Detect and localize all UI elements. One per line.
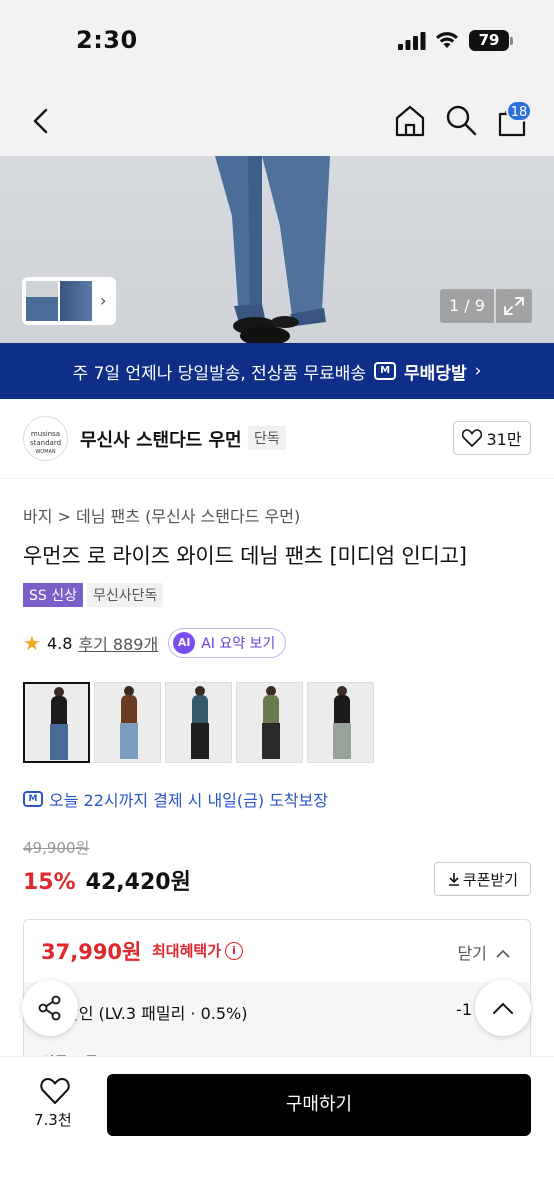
max-benefit-label: 최대혜택가 i bbox=[152, 940, 244, 961]
benefit-panel: 37,990원 최대혜택가 i 닫기 할인 (LV.3 패밀리 · 0.5%) … bbox=[23, 919, 531, 1079]
wifi-icon bbox=[436, 32, 458, 48]
info-icon[interactable]: i bbox=[225, 941, 244, 960]
delivery-text: 오늘 22시까지 결제 시 내일(금) 도착보장 bbox=[49, 791, 329, 810]
model-top bbox=[51, 696, 67, 726]
coupon-button[interactable]: 쿠폰받기 bbox=[434, 862, 531, 896]
share-icon bbox=[38, 995, 61, 1021]
brand-row: musinsa standard WOMAN 무신사 스탠다드 우먼 단독 31… bbox=[0, 399, 554, 479]
battery-tip bbox=[510, 37, 513, 45]
ai-icon: AI bbox=[173, 632, 196, 654]
model-pants bbox=[333, 723, 351, 759]
color-option-2[interactable] bbox=[94, 682, 161, 763]
product-image-carousel[interactable]: › 1 / 9 bbox=[0, 156, 554, 344]
status-bar: 2:30 79 bbox=[0, 0, 554, 86]
star-icon: ★ bbox=[23, 631, 41, 655]
thumbnail-1 bbox=[26, 281, 58, 321]
delivery-badge-icon: M bbox=[374, 362, 397, 380]
discount-rate: 15% bbox=[23, 870, 76, 895]
model-pants bbox=[191, 723, 209, 759]
home-icon[interactable] bbox=[392, 103, 428, 139]
exclusive-tag: 단독 bbox=[248, 426, 286, 450]
heart-icon bbox=[462, 429, 483, 447]
expand-icon bbox=[504, 297, 524, 315]
model-pants bbox=[50, 724, 68, 760]
wishlist-count: 7.3천 bbox=[34, 1111, 72, 1129]
review-link[interactable]: 후기 889개 bbox=[78, 631, 158, 655]
color-option-5[interactable] bbox=[307, 682, 374, 763]
download-icon bbox=[448, 873, 459, 886]
bottom-action-bar: 7.3천 구매하기 bbox=[0, 1056, 554, 1200]
model-pants bbox=[120, 723, 138, 759]
chevron-up-icon bbox=[493, 1002, 513, 1014]
collapse-benefit-button[interactable]: 닫기 bbox=[457, 940, 510, 964]
model-top bbox=[192, 695, 208, 725]
delivery-guarantee[interactable]: M 오늘 22시까지 결제 시 내일(금) 도착보장 bbox=[23, 787, 328, 811]
image-counter: 1 / 9 bbox=[440, 289, 494, 323]
brand-like-count: 31만 bbox=[486, 430, 522, 449]
level-discount-label: 할인 (LV.3 패밀리 · 0.5%) bbox=[64, 1004, 248, 1023]
model-top bbox=[263, 695, 279, 725]
ai-summary-label: AI 요약 보기 bbox=[201, 636, 276, 652]
max-benefit-price: 37,990원 bbox=[41, 940, 142, 964]
search-icon[interactable] bbox=[444, 103, 478, 137]
brand-name[interactable]: 무신사 스탠다드 우먼 bbox=[80, 426, 242, 452]
buy-button[interactable]: 구매하기 bbox=[107, 1074, 531, 1136]
banner-brand: 무배당발 bbox=[404, 363, 467, 384]
color-option-4[interactable] bbox=[236, 682, 303, 763]
chevron-up-icon bbox=[496, 949, 510, 958]
ai-summary-button[interactable]: AI AI 요약 보기 bbox=[168, 628, 287, 658]
coupon-label: 쿠폰받기 bbox=[462, 870, 519, 889]
banner-text: 주 7일 언제나 당일발송, 전상품 무료배송 bbox=[72, 363, 367, 384]
color-option-1[interactable] bbox=[23, 682, 90, 763]
signal-icon bbox=[398, 32, 426, 50]
top-nav: 18 bbox=[0, 86, 554, 156]
tag-exclusive: 무신사단독 bbox=[86, 583, 164, 607]
chevron-right-icon: › bbox=[100, 291, 107, 310]
expand-button[interactable] bbox=[496, 289, 532, 323]
color-option-3[interactable] bbox=[165, 682, 232, 763]
level-discount-value: -1 bbox=[456, 1000, 472, 1019]
sale-price: 42,420원 bbox=[85, 870, 191, 895]
chevron-right-icon: › bbox=[474, 361, 482, 381]
model-top bbox=[334, 695, 350, 725]
brand-logo[interactable]: musinsa standard WOMAN bbox=[23, 416, 68, 461]
original-price: 49,900원 bbox=[23, 839, 90, 857]
rating-row: ★ 4.8 후기 889개 AI AI 요약 보기 bbox=[23, 628, 287, 658]
sale-price-row: 15% 42,420원 bbox=[23, 864, 191, 896]
breadcrumb[interactable]: 바지 > 데님 팬츠 (무신사 스탠다드 우먼) bbox=[23, 503, 300, 527]
heart-icon[interactable] bbox=[40, 1077, 70, 1105]
cart-count-badge: 18 bbox=[506, 100, 532, 122]
thumbnail-2 bbox=[60, 281, 92, 321]
color-options bbox=[23, 682, 374, 763]
back-arrow-icon[interactable] bbox=[24, 104, 58, 138]
battery-indicator: 79 bbox=[469, 30, 509, 51]
scroll-to-top-button[interactable] bbox=[475, 980, 531, 1036]
tag-new: SS 신상 bbox=[23, 583, 83, 607]
image-thumbnails-button[interactable]: › bbox=[22, 277, 116, 325]
rating-score: 4.8 bbox=[46, 633, 73, 653]
status-time: 2:30 bbox=[76, 26, 138, 54]
share-button[interactable] bbox=[22, 980, 78, 1036]
model-top bbox=[121, 695, 137, 725]
product-tags: SS 신상 무신사단독 bbox=[23, 583, 164, 607]
brand-like-button[interactable]: 31만 bbox=[453, 421, 531, 455]
product-title: 우먼즈 로 라이즈 와이드 데님 팬츠 [미디엄 인디고] bbox=[23, 544, 467, 568]
delivery-icon: M bbox=[23, 791, 43, 807]
model-pants bbox=[262, 723, 280, 759]
free-shipping-banner[interactable]: 주 7일 언제나 당일발송, 전상품 무료배송 M 무배당발 › bbox=[0, 343, 554, 399]
